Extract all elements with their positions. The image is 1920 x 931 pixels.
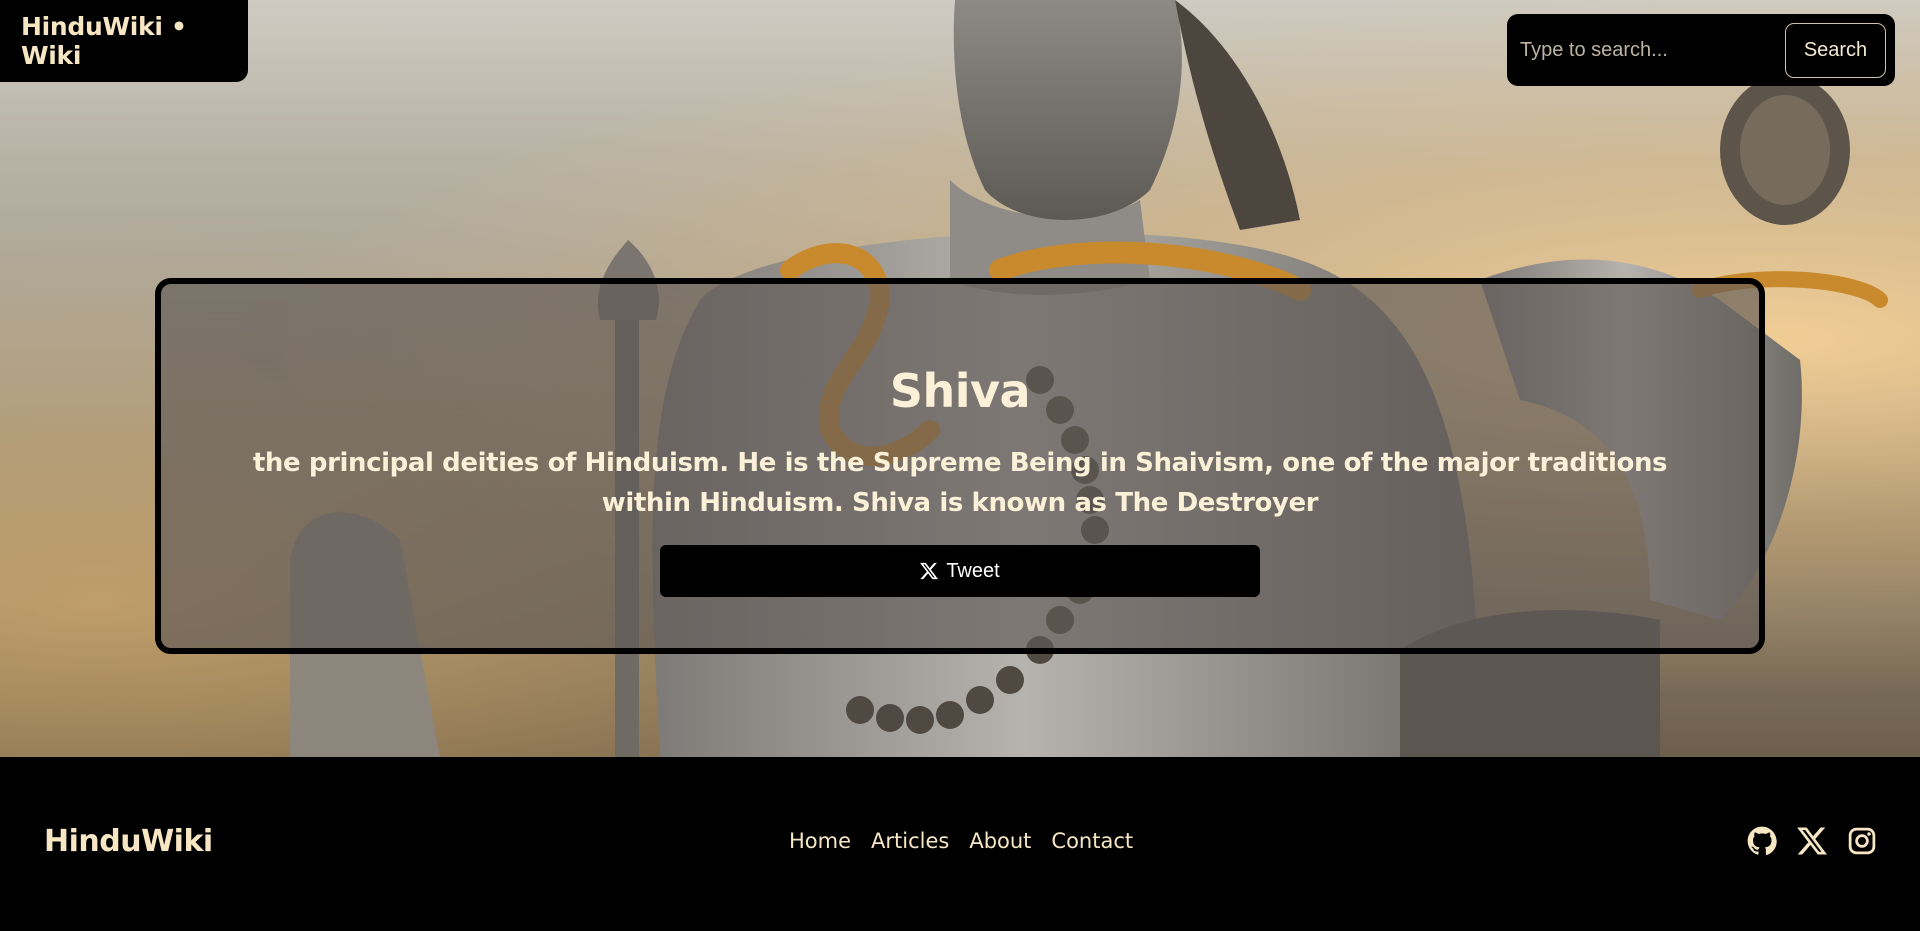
brand-tab[interactable]: HinduWiki • Wiki [0,0,248,82]
x-logo-icon [920,562,939,580]
brand-title: HinduWiki • Wiki [21,12,187,70]
x-icon[interactable] [1797,826,1827,856]
footer-nav: Home Articles About Contact [789,829,1133,853]
footer-link-about[interactable]: About [969,829,1031,853]
tweet-label: Tweet [946,559,1000,582]
github-icon[interactable] [1747,826,1777,856]
footer-link-articles[interactable]: Articles [871,829,949,853]
article-title: Shiva [889,364,1031,418]
site-footer: HinduWiki Home Articles About Contact [0,757,1920,931]
search-input[interactable] [1520,30,1785,70]
article-description: the principal deities of Hinduism. He is… [252,448,1668,518]
tweet-button[interactable]: Tweet [660,545,1260,597]
footer-link-home[interactable]: Home [789,829,851,853]
social-links [1747,826,1877,856]
footer-brand[interactable]: HinduWiki [44,824,213,859]
footer-link-contact[interactable]: Contact [1051,829,1133,853]
search-button[interactable]: Search [1785,22,1886,78]
instagram-icon[interactable] [1847,826,1877,856]
article-card: Shiva the principal deities of Hinduism.… [155,278,1765,654]
search-bar: Search [1507,14,1895,86]
hero-section: HinduWiki • Wiki Search Shiva the princi… [0,0,1920,757]
